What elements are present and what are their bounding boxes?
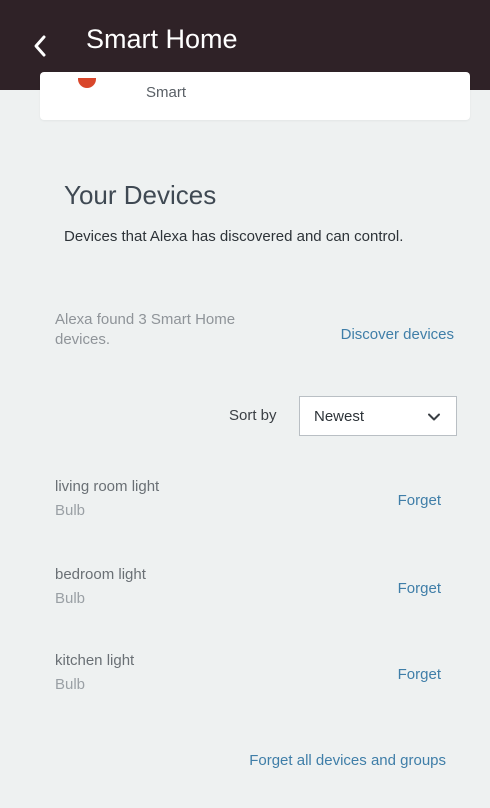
smart-card-icon <box>78 78 96 88</box>
page-title: Smart Home <box>86 24 238 54</box>
forget-device-button[interactable]: Forget <box>398 666 441 683</box>
chevron-left-icon <box>34 35 46 57</box>
device-type: Bulb <box>55 676 86 693</box>
discover-devices-link[interactable]: Discover devices <box>341 326 454 343</box>
sort-label: Sort by <box>229 407 277 424</box>
device-type: Bulb <box>55 590 86 607</box>
forget-device-button[interactable]: Forget <box>398 580 441 597</box>
device-row: kitchen light Bulb Forget <box>55 652 455 712</box>
chevron-down-icon <box>428 413 440 421</box>
section-description: Devices that Alexa has discovered and ca… <box>64 228 404 245</box>
forget-device-button[interactable]: Forget <box>398 492 441 509</box>
device-name: bedroom light <box>55 566 146 583</box>
smart-card[interactable]: Smart <box>40 72 470 120</box>
device-row: living room light Bulb Forget <box>55 478 455 538</box>
section-title: Your Devices <box>64 180 217 210</box>
devices-found-text: Alexa found 3 Smart Home devices. <box>55 311 236 348</box>
device-name: kitchen light <box>55 652 135 669</box>
sort-dropdown[interactable]: Newest <box>299 396 457 436</box>
sort-selected-value: Newest <box>314 407 365 425</box>
device-row: bedroom light Bulb Forget <box>55 566 455 626</box>
device-type: Bulb <box>55 502 86 519</box>
back-button[interactable] <box>26 32 54 60</box>
smart-card-label: Smart <box>146 84 187 101</box>
forget-all-devices-link[interactable]: Forget all devices and groups <box>249 752 446 769</box>
device-name: living room light <box>55 478 160 495</box>
